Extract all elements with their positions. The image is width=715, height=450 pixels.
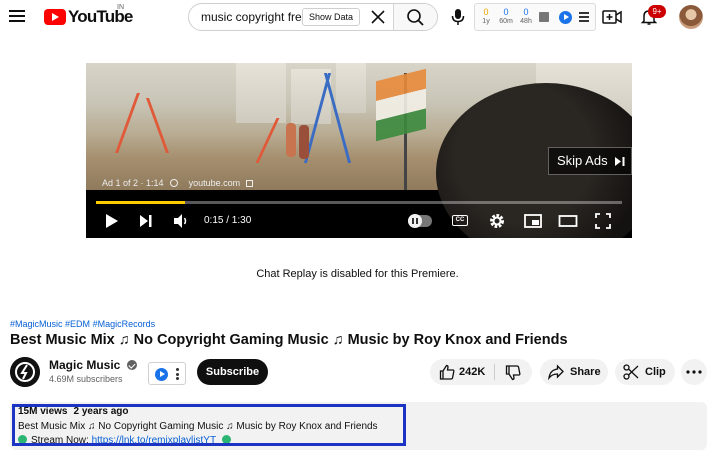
play-icon[interactable] (104, 211, 120, 231)
more-horizontal-icon (686, 370, 702, 374)
subscriber-count: 4.69M subscribers (49, 374, 123, 384)
extension-toolbar: 0 1y 0 60m 0 48h (474, 3, 596, 31)
ext-stat-value: 0 (523, 7, 529, 17)
flag-graphic (376, 68, 426, 142)
info-icon[interactable] (170, 179, 179, 187)
more-vertical-icon (176, 368, 179, 382)
channel-avatar[interactable] (10, 357, 40, 387)
ext-stat-label: 48h (520, 18, 532, 25)
ext-stat-value: 0 (483, 7, 489, 17)
video-player[interactable]: Skip Ads Ad 1 of 2 · 1:14 youtube.com 0:… (86, 63, 632, 238)
autoplay-toggle[interactable] (408, 214, 432, 228)
skip-ads-label: Skip Ads (557, 153, 608, 168)
volume-icon[interactable] (172, 211, 190, 231)
ad-info: Ad 1 of 2 · 1:14 youtube.com (102, 178, 253, 188)
next-icon[interactable] (138, 211, 154, 231)
youtube-play-icon (44, 9, 66, 25)
hashtag-link[interactable]: #MagicRecords (93, 319, 156, 329)
ext-stat-1y: 0 1y (477, 7, 495, 26)
captions-icon[interactable]: CC (452, 215, 468, 226)
hashtag-link[interactable]: #EDM (65, 319, 90, 329)
hamburger-icon[interactable] (579, 12, 589, 22)
share-label: Share (570, 366, 601, 378)
extension-badge[interactable] (148, 362, 186, 385)
stream-label: Stream Now: (31, 435, 89, 446)
ext-stat-48h: 0 48h (517, 7, 535, 26)
channel-name-text: Magic Music (49, 358, 121, 372)
green-dot-icon (18, 435, 27, 444)
search-input[interactable] (189, 4, 396, 30)
miniplayer-icon[interactable] (523, 211, 543, 231)
like-count: 242K (459, 366, 486, 378)
chart-icon[interactable] (539, 12, 549, 22)
ext-stat-60m: 0 60m (497, 7, 515, 26)
ad-domain-link[interactable]: youtube.com (189, 178, 241, 188)
share-button[interactable]: Share (540, 359, 608, 385)
search-icon (407, 9, 424, 26)
thumbs-up-icon (439, 364, 455, 380)
hashtags: #MagicMusic #EDM #MagicRecords (10, 319, 155, 329)
chat-replay-notice: Chat Replay is disabled for this Premier… (256, 268, 459, 280)
more-actions-button[interactable] (681, 359, 707, 385)
like-button[interactable]: 242K (430, 359, 494, 385)
skip-ads-button[interactable]: Skip Ads (548, 147, 632, 175)
description-text: Best Music Mix ♫ No Copyright Gaming Mus… (18, 421, 378, 432)
view-count: 15M views (18, 406, 68, 417)
subscribe-button[interactable]: Subscribe (197, 359, 268, 385)
share-icon (548, 364, 564, 380)
scissors-icon (623, 364, 639, 380)
extension-logo-icon[interactable] (559, 11, 572, 24)
upload-age: 2 years ago (73, 406, 129, 417)
gear-icon[interactable] (488, 211, 506, 231)
like-dislike-group: 242K (430, 359, 532, 385)
show-data-button[interactable]: Show Data (302, 8, 361, 26)
theater-mode-icon[interactable] (558, 211, 578, 231)
search-button[interactable] (393, 4, 437, 30)
description-stream-line: Stream Now: https://lnk.to/remixplaylist… (18, 435, 235, 446)
ext-stat-value: 0 (503, 7, 509, 17)
thumbs-down-icon (505, 365, 521, 381)
video-title: Best Music Mix ♫ No Copyright Gaming Mus… (10, 332, 568, 348)
dislike-button[interactable] (495, 359, 532, 385)
fullscreen-icon[interactable] (594, 211, 612, 231)
notification-badge: 9+ (648, 5, 666, 18)
ad-counter: Ad 1 of 2 · 1:14 (102, 178, 164, 188)
time-display: 0:15 / 1:30 (204, 215, 252, 226)
search-bar: Show Data (188, 3, 438, 31)
clip-button[interactable]: Clip (615, 359, 675, 385)
logo-region: IN (117, 4, 124, 11)
stream-link[interactable]: https://lnk.to/remixplaylistYT (92, 435, 216, 446)
progress-fill (96, 201, 186, 204)
hashtag-link[interactable]: #MagicMusic (10, 319, 63, 329)
progress-bar[interactable] (96, 201, 622, 204)
channel-name[interactable]: Magic Music (49, 358, 137, 372)
verified-icon (126, 360, 137, 370)
menu-icon[interactable] (8, 7, 28, 27)
description-box[interactable]: 15M views 2 years ago Best Music Mix ♫ No… (10, 402, 707, 450)
microphone-icon[interactable] (450, 8, 466, 26)
youtube-logo[interactable]: YouTube IN (44, 4, 133, 26)
user-avatar[interactable] (679, 5, 703, 29)
close-icon[interactable] (369, 8, 387, 26)
create-video-icon[interactable] (602, 8, 622, 26)
external-link-icon (245, 180, 253, 187)
check-circle-icon (221, 435, 231, 444)
description-meta: 15M views 2 years ago (18, 406, 129, 417)
ext-stat-label: 60m (499, 18, 513, 25)
top-bar: YouTube IN Show Data 0 1y 0 60m 0 (0, 0, 715, 34)
skip-icon (615, 157, 625, 166)
clip-label: Clip (645, 366, 666, 378)
extension-logo-icon (155, 368, 168, 381)
pause-icon (408, 214, 422, 228)
ext-stat-label: 1y (482, 18, 490, 25)
